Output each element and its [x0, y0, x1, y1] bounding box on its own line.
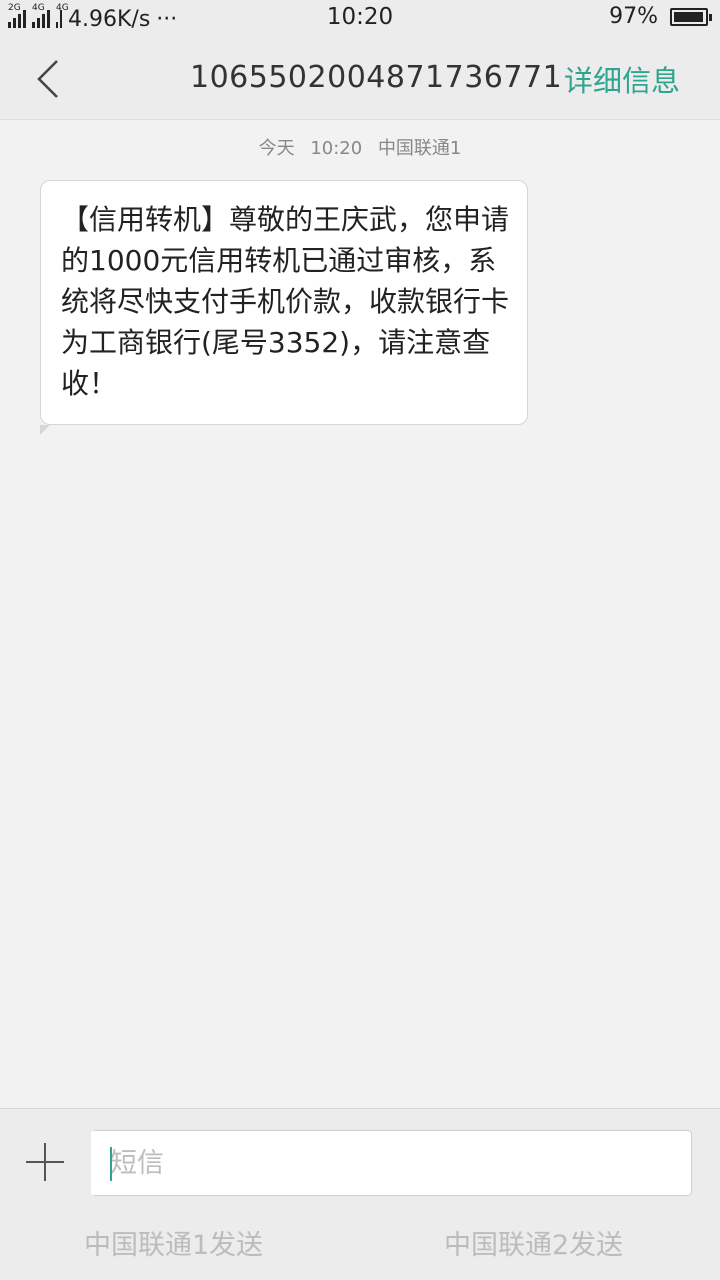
composer-bar: 中国联通1发送 中国联通2发送	[0, 1108, 720, 1280]
battery-percent: 97%	[609, 4, 658, 29]
plus-icon[interactable]	[26, 1143, 64, 1181]
text-cursor	[110, 1147, 112, 1181]
chevron-left-icon	[37, 60, 58, 98]
message-text: 【信用转机】尊敬的王庆武，您申请的1000元信用转机已通过审核，系统将尽快支付手…	[61, 203, 510, 400]
conversation-header: 1065502004871736771 详细信息	[0, 38, 720, 120]
timestamp-time: 10:20	[310, 138, 363, 159]
sms-conversation-screen: 2G 4G 4G 4.96K/s ··· 10:20 97% 106550200…	[0, 0, 720, 1280]
status-right: 97%	[609, 4, 712, 29]
sender-number-title: 1065502004871736771	[190, 60, 563, 95]
timestamp-carrier: 中国联通1	[377, 138, 462, 159]
send-sim2-button[interactable]: 中国联通2发送	[444, 1223, 623, 1262]
timestamp-day: 今天	[258, 138, 295, 159]
sms-input[interactable]	[91, 1130, 692, 1196]
status-bar: 2G 4G 4G 4.96K/s ··· 10:20 97%	[0, 0, 720, 38]
details-button[interactable]: 详细信息	[564, 58, 680, 100]
send-sim1-button[interactable]: 中国联通1发送	[84, 1223, 263, 1262]
incoming-message-bubble[interactable]: 【信用转机】尊敬的王庆武，您申请的1000元信用转机已通过审核，系统将尽快支付手…	[40, 180, 528, 425]
battery-icon	[670, 7, 712, 26]
message-timestamp: 今天 10:20 中国联通1	[0, 134, 720, 160]
back-button[interactable]	[28, 54, 68, 104]
bubble-tail	[40, 425, 50, 435]
battery-fill	[674, 11, 703, 22]
message-list[interactable]: 今天 10:20 中国联通1 【信用转机】尊敬的王庆武，您申请的1000元信用转…	[0, 120, 720, 1110]
